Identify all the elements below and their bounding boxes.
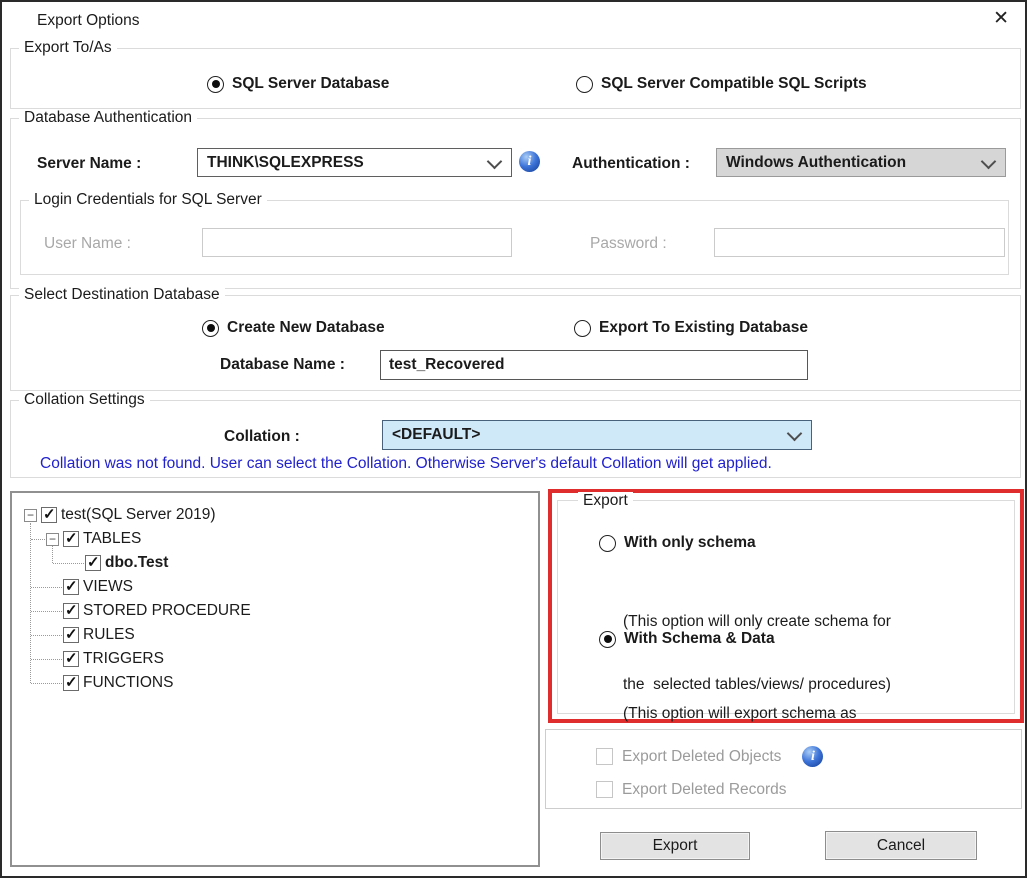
tree-checkbox[interactable] <box>63 627 79 643</box>
radio-icon <box>574 320 591 337</box>
radio-icon <box>599 535 616 552</box>
radio-label: With only schema <box>624 534 756 552</box>
checkbox-icon <box>596 781 613 798</box>
radio-icon <box>599 631 616 648</box>
user-name-field[interactable] <box>202 228 512 257</box>
radio-create-new-database[interactable]: Create New Database <box>202 318 385 338</box>
group-database-authentication: Database Authentication Server Name : TH… <box>10 118 1021 289</box>
radio-with-schema-and-data[interactable]: With Schema & Data <box>599 629 775 649</box>
checkbox-label: Export Deleted Objects <box>622 748 781 766</box>
user-name-label: User Name : <box>44 235 131 253</box>
radio-label: Export To Existing Database <box>599 319 808 337</box>
tree-collapse-icon[interactable]: − <box>46 533 59 546</box>
chevron-down-icon <box>487 153 503 169</box>
tree-item-label: TABLES <box>83 530 141 548</box>
radio-label: Create New Database <box>227 319 385 337</box>
tree-item-label: RULES <box>83 626 135 644</box>
tree-item-label: VIEWS <box>83 578 133 596</box>
tree-checkbox[interactable] <box>63 531 79 547</box>
group-export-to-as: Export To/As SQL Server Database SQL Ser… <box>10 48 1021 109</box>
chevron-down-icon <box>981 153 997 169</box>
tree-item-label: TRIGGERS <box>83 650 164 668</box>
database-object-tree: −test(SQL Server 2019)−TABLESdbo.TestVIE… <box>10 491 540 867</box>
database-name-field[interactable] <box>380 350 808 380</box>
radio-export-existing-database[interactable]: Export To Existing Database <box>574 318 808 338</box>
info-icon[interactable]: i <box>802 746 823 767</box>
tree-checkbox[interactable] <box>63 579 79 595</box>
tree-item-label: FUNCTIONS <box>83 674 173 692</box>
server-name-label: Server Name : <box>37 155 141 173</box>
database-name-label: Database Name : <box>220 356 345 374</box>
tree-checkbox[interactable] <box>63 603 79 619</box>
radio-icon <box>202 320 219 337</box>
radio-with-only-schema[interactable]: With only schema <box>599 533 756 553</box>
tree-item-label: STORED PROCEDURE <box>83 602 251 620</box>
chevron-down-icon <box>787 426 803 442</box>
deleted-options-panel: Export Deleted Objects i Export Deleted … <box>545 729 1022 809</box>
dialog-title: Export Options <box>37 12 140 30</box>
authentication-label: Authentication : <box>572 155 690 173</box>
checkbox-icon <box>596 748 613 765</box>
group-select-destination-database: Select Destination Database Create New D… <box>10 295 1021 391</box>
tree-item[interactable]: TRIGGERS <box>12 647 538 671</box>
collation-label: Collation : <box>224 428 300 446</box>
checkbox-export-deleted-objects[interactable]: Export Deleted Objects i <box>596 746 823 767</box>
checkbox-label: Export Deleted Records <box>622 781 787 799</box>
tree-checkbox[interactable] <box>63 651 79 667</box>
tree-rows: −test(SQL Server 2019)−TABLESdbo.TestVIE… <box>12 493 538 865</box>
tree-item[interactable]: dbo.Test <box>12 551 538 575</box>
tree-item-label: test(SQL Server 2019) <box>61 506 216 524</box>
tree-checkbox[interactable] <box>85 555 101 571</box>
cancel-button[interactable]: Cancel <box>825 831 977 860</box>
info-icon[interactable]: i <box>519 151 540 172</box>
radio-icon <box>576 76 593 93</box>
group-label: Export <box>578 492 633 510</box>
tree-item-label: dbo.Test <box>105 554 168 572</box>
description-line: (This option will export schema as <box>623 703 856 724</box>
tree-checkbox[interactable] <box>63 675 79 691</box>
authentication-value: Windows Authentication <box>726 154 906 172</box>
tree-collapse-icon[interactable]: − <box>24 509 37 522</box>
server-name-value: THINK\SQLEXPRESS <box>207 154 364 172</box>
tree-item[interactable]: VIEWS <box>12 575 538 599</box>
password-field[interactable] <box>714 228 1005 257</box>
radio-label: With Schema & Data <box>624 630 775 648</box>
close-icon[interactable]: ✕ <box>993 8 1009 30</box>
tree-item[interactable]: FUNCTIONS <box>12 671 538 695</box>
tree-checkbox[interactable] <box>41 507 57 523</box>
collation-combobox[interactable]: <DEFAULT> <box>382 420 812 450</box>
radio-icon <box>207 76 224 93</box>
tree-item[interactable]: − test(SQL Server 2019) <box>12 503 538 527</box>
radio-label: SQL Server Compatible SQL Scripts <box>601 75 867 93</box>
radio-sql-compatible-scripts[interactable]: SQL Server Compatible SQL Scripts <box>576 74 867 94</box>
tree-item[interactable]: − TABLES <box>12 527 538 551</box>
group-collation-settings: Collation Settings Collation : <DEFAULT>… <box>10 400 1021 478</box>
group-login-credentials: Login Credentials for SQL Server User Na… <box>20 200 1009 275</box>
radio-label: SQL Server Database <box>232 75 389 93</box>
group-label: Login Credentials for SQL Server <box>29 191 267 209</box>
export-button[interactable]: Export <box>600 832 750 860</box>
collation-value: <DEFAULT> <box>392 426 480 444</box>
group-label: Select Destination Database <box>19 286 225 304</box>
group-label: Export To/As <box>19 39 117 57</box>
password-label: Password : <box>590 235 667 253</box>
tree-item[interactable]: RULES <box>12 623 538 647</box>
group-label: Database Authentication <box>19 109 197 127</box>
server-name-combobox[interactable]: THINK\SQLEXPRESS <box>197 148 512 177</box>
group-label: Collation Settings <box>19 391 150 409</box>
collation-note: Collation was not found. User can select… <box>40 455 772 473</box>
authentication-combobox[interactable]: Windows Authentication <box>716 148 1006 177</box>
radio-sql-server-database[interactable]: SQL Server Database <box>207 74 389 94</box>
checkbox-export-deleted-records[interactable]: Export Deleted Records <box>596 779 787 800</box>
group-export-highlighted: Export With only schema (This option wil… <box>548 489 1024 723</box>
export-options-dialog: Export Options ✕ Export To/As SQL Server… <box>0 0 1027 878</box>
tree-item[interactable]: STORED PROCEDURE <box>12 599 538 623</box>
